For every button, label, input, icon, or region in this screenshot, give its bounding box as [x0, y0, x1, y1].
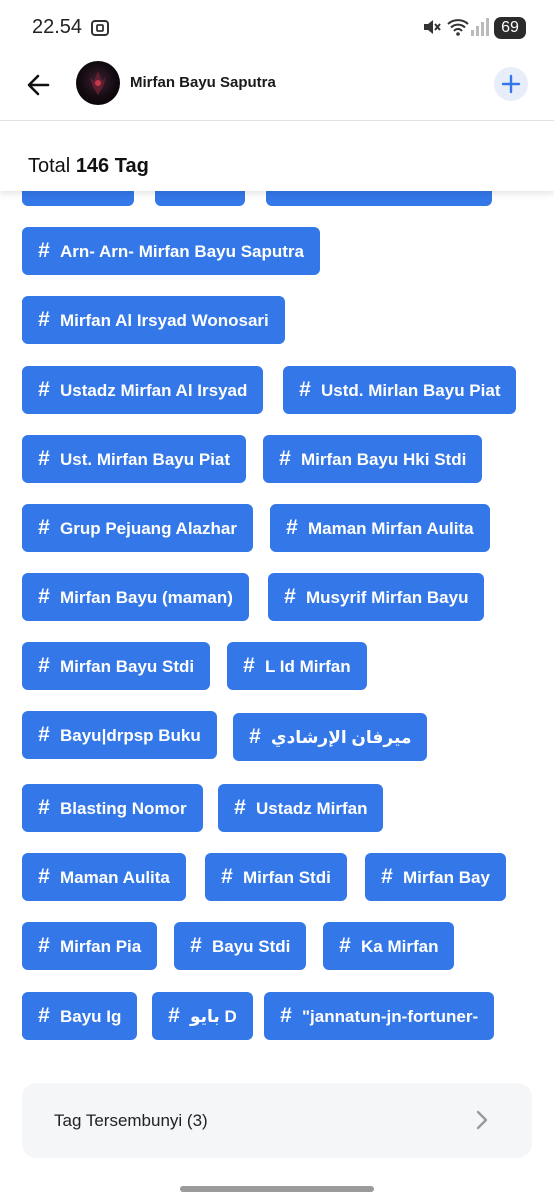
hash-icon: #	[243, 654, 255, 677]
total-bar: Total 146 Tag	[0, 121, 554, 191]
hidden-tags-label: Tag Tersembunyi (3)	[54, 1111, 208, 1130]
hash-icon: #	[38, 239, 50, 262]
hash-icon: #	[38, 585, 50, 608]
back-arrow-icon[interactable]	[22, 68, 56, 102]
hash-icon: #	[38, 447, 50, 470]
tag-chip[interactable]: # Maman Aulita	[22, 853, 186, 901]
tag-chip[interactable]: # Ust. Mirfan Bayu Piat	[22, 435, 247, 483]
tag-chip[interactable]: # Musyrif Mirfan Bayu	[268, 573, 485, 621]
add-tag-button[interactable]	[494, 67, 528, 101]
tag-label: Mirfan Pia	[60, 937, 142, 956]
contact-name[interactable]: Mirfan Bayu Saputra	[130, 74, 276, 91]
tag-chip[interactable]: # Mirfan Bayu Stdi	[22, 642, 211, 690]
battery-icon: 69	[494, 17, 526, 39]
tag-label: Maman Mirfan Aulita	[308, 519, 474, 538]
total-label: Total	[28, 155, 71, 177]
hash-icon: #	[279, 447, 291, 470]
hash-icon: #	[38, 723, 50, 746]
tag-chip[interactable]: # Maman Mirfan Aulita	[270, 504, 490, 552]
tag-label: L Id Mirfan	[265, 657, 351, 676]
tag-chip[interactable]: # Ustadz Mirfan	[218, 784, 384, 832]
hash-icon: #	[38, 934, 50, 957]
tag-chip[interactable]: # Bayu Ig	[22, 992, 138, 1040]
tag-label: "jannatun-jn-fortuner-	[302, 1007, 479, 1026]
tag-chip[interactable]: # Mirfan Pia	[22, 922, 158, 970]
tag-chip[interactable]: # Blasting Nomor	[22, 784, 203, 832]
hash-icon: #	[249, 725, 261, 748]
app-header: Mirfan Bayu Saputra	[0, 56, 554, 120]
mute-icon	[424, 20, 441, 34]
wifi-icon	[447, 19, 469, 36]
tag-label: Ust. Mirfan Bayu Piat	[60, 450, 231, 469]
hash-icon: #	[38, 378, 50, 401]
tag-label: Ustd. Mirlan Bayu Piat	[321, 381, 501, 400]
tag-chip[interactable]: # Ustadz Mirfan Al Irsyad	[22, 366, 264, 414]
hash-icon: #	[38, 654, 50, 677]
tag-chip[interactable]: # Ka Mirfan	[323, 922, 455, 970]
home-indicator[interactable]	[180, 1186, 374, 1192]
hash-icon: #	[38, 865, 50, 888]
avatar[interactable]	[76, 61, 120, 105]
tag-label: Blasting Nomor	[60, 799, 187, 818]
total-value: 146 Tag	[75, 155, 149, 177]
tag-label: Mirfan Bayu (maman)	[60, 588, 233, 607]
hash-icon: #	[339, 934, 351, 957]
tag-label: Arn- Arn- Mirfan Bayu Saputra	[60, 242, 305, 261]
hash-icon: #	[234, 796, 246, 819]
hash-icon: #	[381, 865, 393, 888]
tag-label: بايو D	[190, 1007, 237, 1026]
tag-label: Musyrif Mirfan Bayu	[306, 588, 469, 607]
screenshot-icon	[91, 20, 109, 36]
tag-label: Mirfan Stdi	[243, 868, 331, 887]
tag-chip[interactable]: # Mirfan Stdi	[205, 853, 347, 901]
hash-icon: #	[190, 934, 202, 957]
tag-chip[interactable]: # "jannatun-jn-fortuner-	[264, 992, 495, 1040]
hash-icon: #	[221, 865, 233, 888]
hash-icon: #	[280, 1004, 292, 1027]
total-count: Total 146 Tag	[28, 155, 149, 178]
tag-chip[interactable]: # ميرفان الإرشادي	[233, 713, 428, 761]
tag-label: Ka Mirfan	[361, 937, 439, 956]
tag-chip[interactable]: # Mirfan Bay	[365, 853, 506, 901]
hash-icon: #	[38, 1004, 50, 1027]
tag-label: Bayu Ig	[60, 1007, 122, 1026]
signal-icon	[471, 18, 489, 36]
avatar-image	[90, 71, 106, 95]
hash-icon: #	[286, 516, 298, 539]
tag-label: Mirfan Bayu Hki Stdi	[301, 450, 467, 469]
tag-label: Maman Aulita	[60, 868, 170, 887]
hash-icon: #	[38, 516, 50, 539]
tag-label: Ustadz Mirfan	[256, 799, 368, 818]
status-time: 22.54	[32, 16, 83, 38]
tag-chip[interactable]: # Mirfan Bayu Hki Stdi	[263, 435, 483, 483]
tag-label: Mirfan Al Irsyad Wonosari	[60, 311, 269, 330]
tag-chip[interactable]: # Grup Pejuang Alazhar	[22, 504, 253, 552]
tag-chip[interactable]: # Arn- Arn- Mirfan Bayu Saputra	[22, 227, 321, 275]
tag-chip[interactable]: # Ustd. Mirlan Bayu Piat	[283, 366, 517, 414]
tag-chip[interactable]: # Bayu|drpsp Buku	[22, 711, 217, 759]
status-bar: 22.54 69	[0, 0, 554, 56]
tag-chip[interactable]: # Mirfan Al Irsyad Wonosari	[22, 296, 285, 344]
tag-label: Ustadz Mirfan Al Irsyad	[60, 381, 248, 400]
tag-chip[interactable]: # L Id Mirfan	[227, 642, 367, 690]
tag-label: Mirfan Bayu Stdi	[60, 657, 195, 676]
chevron-right-icon	[476, 1110, 488, 1130]
tag-label: Grup Pejuang Alazhar	[60, 519, 237, 538]
tag-label: Bayu|drpsp Buku	[60, 726, 201, 745]
tag-chip[interactable]: # Bayu Stdi	[174, 922, 307, 970]
hash-icon: #	[38, 308, 50, 331]
hash-icon: #	[38, 796, 50, 819]
tag-label: ميرفان الإرشادي	[271, 728, 412, 747]
hash-icon: #	[284, 585, 296, 608]
tag-label: Mirfan Bay	[403, 868, 490, 887]
tag-label: Bayu Stdi	[212, 937, 291, 956]
tag-chip[interactable]: # بايو D	[152, 992, 253, 1040]
hidden-tags-row[interactable]: Tag Tersembunyi (3)	[22, 1083, 532, 1158]
plus-icon	[501, 74, 521, 94]
hash-icon: #	[168, 1004, 180, 1027]
hash-icon: #	[299, 378, 311, 401]
tag-chip[interactable]: # Mirfan Bayu (maman)	[22, 573, 249, 621]
